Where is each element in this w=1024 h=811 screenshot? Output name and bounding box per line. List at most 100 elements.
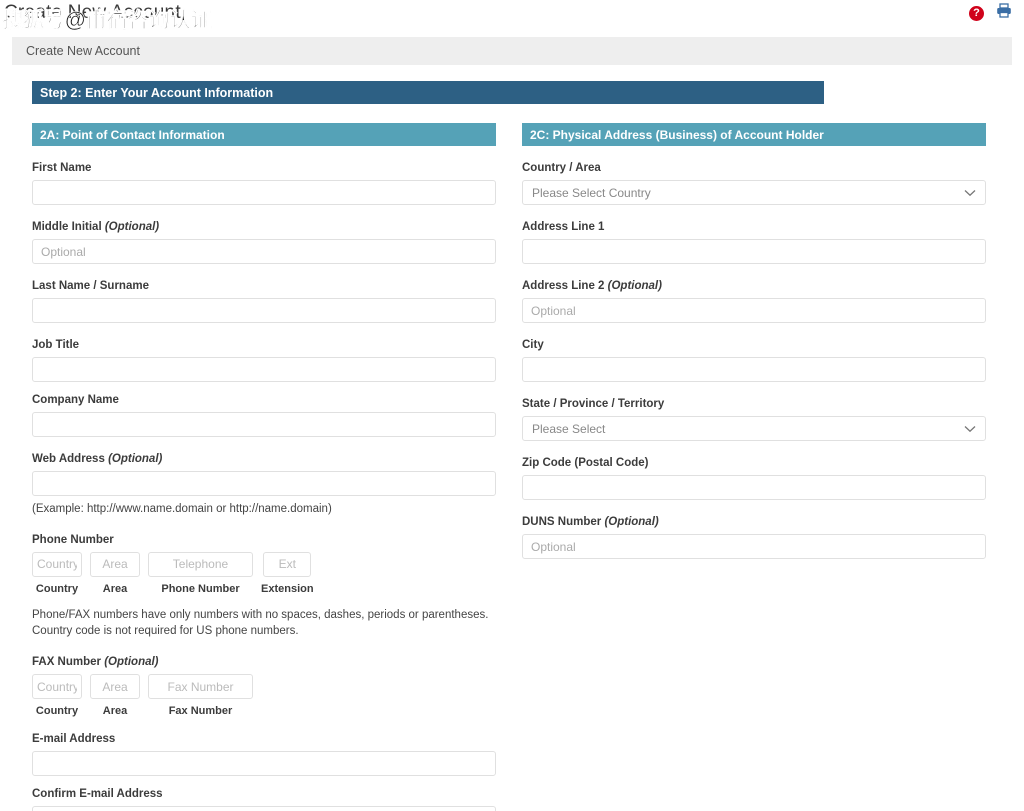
phone-country-caption: Country [35, 582, 79, 595]
middle-initial-label: Middle Initial (Optional) [32, 221, 496, 233]
state-label: State / Province / Territory [522, 398, 665, 410]
breadcrumb: Create New Account [12, 37, 1012, 65]
fax-country-cell: Country [32, 674, 82, 717]
step-header: Step 2: Enter Your Account Information [32, 81, 824, 104]
field-address-line-1: Address Line 1 [522, 221, 986, 264]
section-2a-title: 2A: Point of Contact Information [40, 127, 225, 142]
company-name-label: Company Name [32, 394, 119, 406]
web-address-input[interactable] [32, 471, 496, 496]
breadcrumb-label: Create New Account [26, 44, 140, 58]
web-address-label: Web Address (Optional) [32, 453, 496, 465]
country-label: Country / Area [522, 162, 601, 174]
middle-initial-input[interactable] [32, 239, 496, 264]
top-icon-group: ? [969, 3, 1012, 23]
phone-country-input[interactable] [32, 551, 82, 577]
field-state: State / Province / Territory Please Sele… [522, 398, 986, 441]
section-2c: 2C: Physical Address (Business) of Accou… [522, 123, 986, 811]
state-select[interactable]: Please Select [522, 416, 986, 441]
field-confirm-email: Confirm E-mail Address [32, 788, 496, 811]
phone-area-input[interactable] [90, 551, 140, 577]
phone-telephone-caption: Phone Number [161, 582, 240, 595]
field-duns-number: DUNS Number (Optional) [522, 516, 986, 559]
help-icon[interactable]: ? [969, 5, 984, 21]
phone-extension-input[interactable] [263, 551, 312, 577]
step-header-label: Step 2: Enter Your Account Information [40, 85, 274, 100]
fax-number-optional-tag: (Optional) [104, 656, 159, 669]
field-fax-number: FAX Number (Optional) Country Area Fax N… [32, 656, 496, 717]
phone-country-cell: Country [32, 551, 82, 595]
duns-number-optional-tag: (Optional) [604, 516, 659, 528]
confirm-email-label: Confirm E-mail Address [32, 788, 163, 801]
phone-number-group: Country Area Phone Number Extension [32, 551, 496, 595]
fax-area-input[interactable] [90, 674, 140, 700]
phone-area-cell: Area [90, 551, 140, 595]
print-icon[interactable] [996, 3, 1012, 23]
field-middle-initial: Middle Initial (Optional) [32, 221, 496, 264]
confirm-email-input[interactable] [32, 806, 496, 811]
web-address-hint: (Example: http://www.name.domain or http… [32, 503, 332, 515]
section-2c-title: 2C: Physical Address (Business) of Accou… [530, 127, 824, 142]
company-name-input[interactable] [32, 412, 496, 437]
duns-number-label: DUNS Number (Optional) [522, 516, 986, 528]
field-web-address: Web Address (Optional) (Example: http://… [32, 453, 496, 518]
page-title: Create New Account [4, 2, 181, 23]
field-phone-number: Phone Number Country Area Phone Number E… [32, 534, 496, 640]
middle-initial-label-text: Middle Initial [32, 221, 102, 233]
zip-code-input[interactable] [522, 475, 986, 500]
phone-number-label: Phone Number [32, 533, 114, 546]
web-address-optional-tag: (Optional) [108, 453, 163, 465]
field-company-name: Company Name [32, 394, 496, 437]
field-last-name: Last Name / Surname [32, 280, 496, 323]
form-columns: 2A: Point of Contact Information First N… [0, 123, 1024, 811]
fax-number-group: Country Area Fax Number [32, 674, 496, 717]
city-label: City [522, 339, 544, 351]
field-email: E-mail Address [32, 733, 496, 777]
section-2a-header: 2A: Point of Contact Information [32, 123, 496, 146]
address-line-1-label: Address Line 1 [522, 221, 605, 233]
phone-telephone-input[interactable] [148, 551, 253, 577]
middle-initial-optional-tag: (Optional) [104, 221, 160, 233]
phone-telephone-cell: Phone Number [148, 551, 253, 595]
phone-extension-cell: Extension [261, 551, 314, 595]
phone-extension-caption: Extension [261, 582, 314, 595]
phone-area-caption: Area [102, 582, 128, 595]
first-name-label: First Name [32, 162, 92, 174]
job-title-input[interactable] [32, 357, 496, 382]
field-country: Country / Area Please Select Country [522, 162, 986, 205]
phone-format-hint: Phone/FAX numbers have only numbers with… [32, 608, 489, 638]
top-bar: Create New Account 搜狐号@甫宿咨询认证 ? [0, 0, 1024, 34]
email-label: E-mail Address [32, 733, 116, 746]
section-2c-header: 2C: Physical Address (Business) of Accou… [522, 123, 986, 146]
address-line-2-input[interactable] [522, 298, 986, 323]
country-select[interactable]: Please Select Country [522, 180, 986, 205]
email-input[interactable] [32, 751, 496, 777]
address-line-2-optional-tag: (Optional) [607, 280, 662, 292]
fax-number-input[interactable] [148, 674, 253, 700]
job-title-label: Job Title [32, 339, 80, 351]
address-line-1-input[interactable] [522, 239, 986, 264]
state-select-wrap: Please Select [522, 416, 986, 441]
fax-number-caption: Fax Number [168, 705, 233, 718]
section-2a: 2A: Point of Contact Information First N… [32, 123, 496, 811]
last-name-label: Last Name / Surname [32, 280, 149, 292]
city-input[interactable] [522, 357, 986, 382]
duns-number-input[interactable] [522, 534, 986, 559]
first-name-input[interactable] [32, 180, 496, 205]
zip-code-label: Zip Code (Postal Code) [522, 457, 649, 469]
duns-number-label-text: DUNS Number [522, 516, 602, 528]
field-city: City [522, 339, 986, 382]
fax-country-caption: Country [35, 705, 79, 718]
last-name-input[interactable] [32, 298, 496, 323]
field-job-title: Job Title [32, 339, 496, 382]
web-address-label-text: Web Address [32, 453, 105, 465]
country-select-wrap: Please Select Country [522, 180, 986, 205]
fax-country-input[interactable] [32, 674, 82, 700]
field-first-name: First Name [32, 162, 496, 205]
fax-number-label-text: FAX Number [32, 656, 102, 669]
fax-area-cell: Area [90, 674, 140, 717]
address-line-2-label: Address Line 2 (Optional) [522, 280, 986, 292]
fax-area-caption: Area [102, 705, 128, 718]
field-address-line-2: Address Line 2 (Optional) [522, 280, 986, 323]
field-zip-code: Zip Code (Postal Code) [522, 457, 986, 500]
fax-number-cell: Fax Number [148, 674, 253, 717]
